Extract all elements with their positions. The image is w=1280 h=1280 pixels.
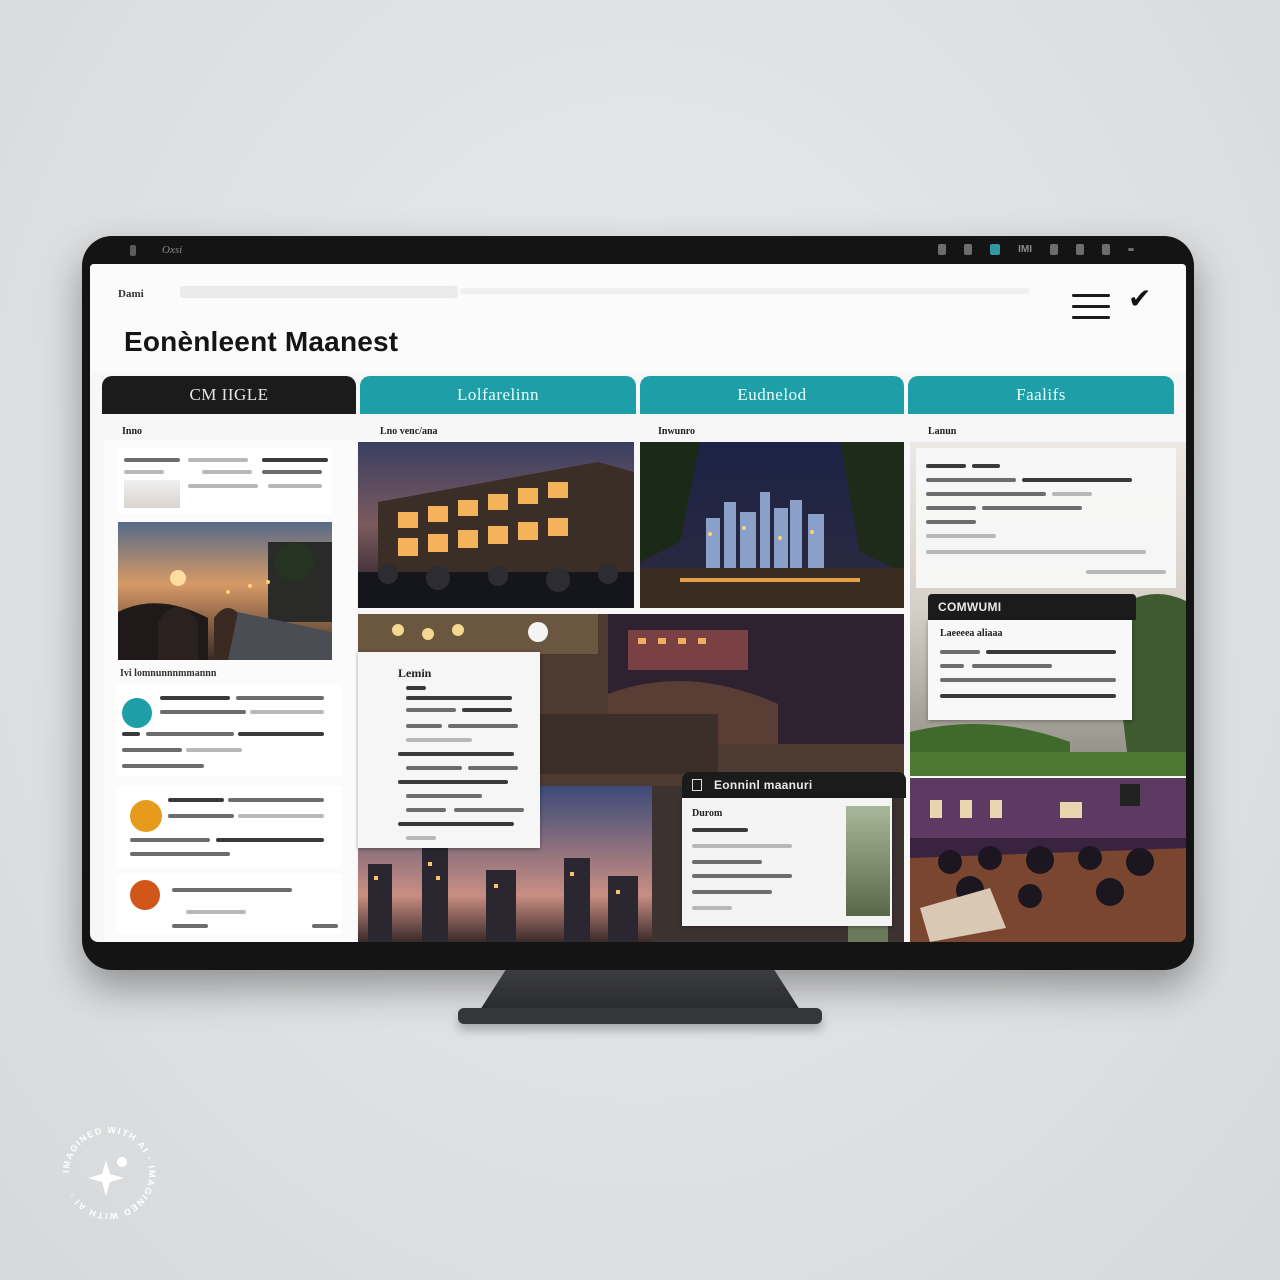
- document-icon: [692, 779, 702, 791]
- evening-card-title: Durom: [692, 808, 723, 819]
- col4-label: Lanun: [928, 426, 957, 437]
- tab-2[interactable]: Lolfarelinn: [360, 376, 636, 414]
- tray-label[interactable]: IMI: [1018, 244, 1032, 255]
- evening-card-header[interactable]: Eonninl maanuri: [682, 772, 906, 798]
- system-tray: IMI: [938, 244, 1134, 255]
- os-menubar: Oxsi IMI: [82, 236, 1194, 264]
- sunset-crowd-image[interactable]: [118, 522, 332, 660]
- ai-watermark-badge: IMAGINED WITH AI · IMAGINED WITH AI ·: [56, 1120, 162, 1226]
- page-title: Eonènleent Maanest: [124, 326, 399, 357]
- hamburger-menu-icon[interactable]: [1072, 294, 1110, 322]
- menu-card-title: Lemin: [398, 666, 432, 680]
- control-center-icon[interactable]: [1102, 244, 1110, 255]
- menu-card[interactable]: Lemin: [358, 652, 540, 848]
- building-thumbnail[interactable]: [846, 806, 890, 916]
- app-screen: Dami Eonènleent Maanest ✔ CM IIGLE Lolfa…: [90, 264, 1186, 942]
- monitor: Oxsi IMI Dami Eonènleent Maanest ✔ CM II…: [82, 236, 1194, 970]
- col3-label: Inwunro: [658, 426, 696, 437]
- hotel-night-image[interactable]: [358, 442, 634, 608]
- list-item[interactable]: [116, 874, 342, 934]
- bird-avatar-icon: [122, 698, 152, 728]
- notification-icon[interactable]: [1076, 244, 1084, 255]
- list-item[interactable]: [116, 786, 342, 868]
- orange-avatar: [130, 800, 162, 832]
- info-card[interactable]: [916, 448, 1176, 588]
- dark-card-title: Laeeeea aliaaa: [940, 628, 1003, 639]
- banquet-hall-image[interactable]: [910, 778, 1186, 942]
- column-1-panel: Ivi lomnunnnmmannn: [104, 440, 356, 942]
- col2-label: Lno venc/ana: [380, 426, 438, 437]
- city-skyline-night-image[interactable]: [640, 442, 904, 608]
- breadcrumb[interactable]: Dami: [118, 288, 144, 300]
- apple-icon[interactable]: [130, 245, 136, 256]
- volume-icon[interactable]: [1050, 244, 1058, 255]
- tab-3[interactable]: Eudnelod: [640, 376, 904, 414]
- address-bar[interactable]: [460, 288, 1030, 294]
- monitor-base: [458, 1008, 822, 1024]
- monitor-stand: [480, 970, 800, 1010]
- list-item[interactable]: [116, 684, 342, 776]
- app-tray-icon[interactable]: [990, 244, 1001, 255]
- top-bar: Dami Eonènleent Maanest ✔: [90, 264, 1186, 372]
- search-input[interactable]: [180, 286, 458, 298]
- checkmark-icon[interactable]: ✔: [1128, 282, 1151, 315]
- battery-icon[interactable]: [938, 244, 947, 255]
- tab-1[interactable]: CM IIGLE: [102, 376, 356, 414]
- dark-card[interactable]: Laeeeea aliaaa: [928, 620, 1132, 720]
- list-item[interactable]: [118, 448, 332, 514]
- evening-card[interactable]: Durom: [682, 798, 892, 926]
- tab-4[interactable]: Faalifs: [908, 376, 1174, 414]
- image-caption: Ivi lomnunnnmmannn: [120, 668, 217, 679]
- app-menu-label[interactable]: Oxsi: [162, 244, 182, 256]
- wifi-icon[interactable]: [964, 244, 973, 255]
- more-icon[interactable]: [1128, 248, 1134, 251]
- thumbnail-image[interactable]: [124, 480, 180, 508]
- dark-card-header[interactable]: COMWUMI: [928, 594, 1136, 620]
- col1-label: Inno: [122, 426, 143, 437]
- red-avatar: [130, 880, 160, 910]
